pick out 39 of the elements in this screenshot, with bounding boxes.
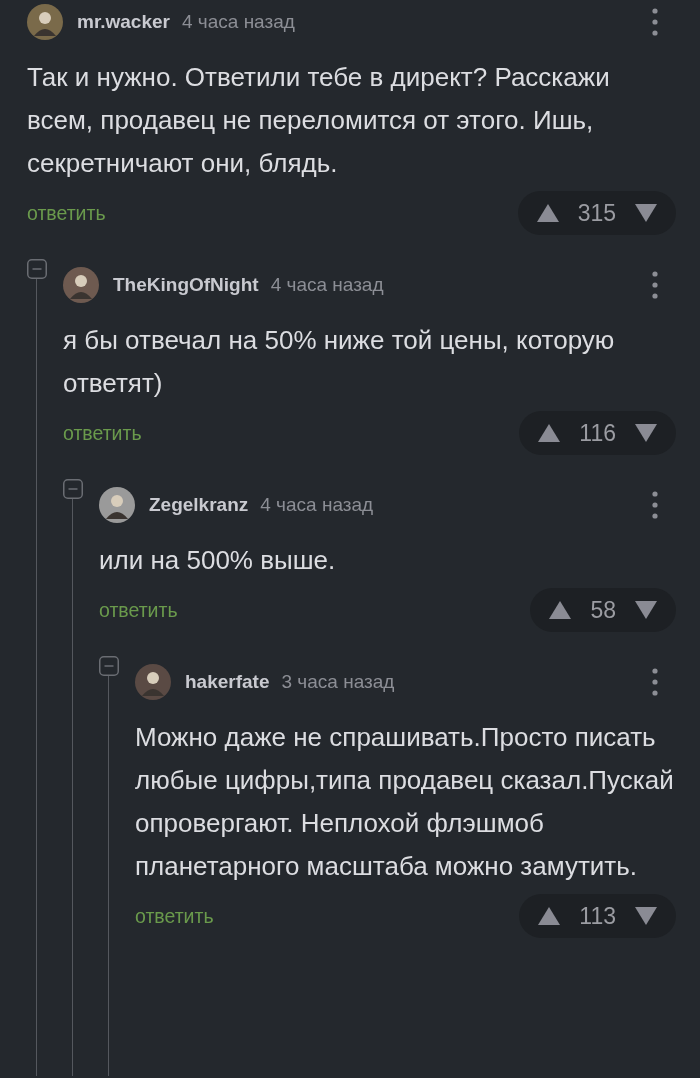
- avatar-icon: [135, 664, 171, 700]
- more-icon[interactable]: [652, 491, 658, 519]
- upvote-icon[interactable]: [535, 203, 560, 223]
- avatar-icon: [99, 487, 135, 523]
- upvote-icon[interactable]: [537, 906, 562, 926]
- comment-text: или на 500% выше.: [99, 544, 337, 577]
- author-name[interactable]: TheKingOfNight: [113, 274, 259, 296]
- avatar-icon: [63, 267, 99, 303]
- downvote-icon[interactable]: [634, 423, 658, 443]
- comment-text: я бы отвечал на 50% ниже той цены, которую ответят): [63, 324, 616, 400]
- comment-text: Можно даже не спрашивать.Просто писать любые цифры,типа продавец сказал.Пускай опровергают. Неплохой флэшмоб планетарного масштаба можно замутить.: [135, 721, 675, 883]
- collapse-icon[interactable]: [27, 259, 47, 279]
- author-name[interactable]: Zegelkranz: [149, 494, 249, 516]
- more-icon[interactable]: [652, 271, 658, 299]
- downvote-icon[interactable]: [634, 906, 658, 926]
- reply-link[interactable]: ответить: [63, 421, 142, 445]
- reply-link[interactable]: ответить: [99, 598, 178, 622]
- upvote-icon[interactable]: [537, 423, 562, 443]
- vote-count: 315: [577, 199, 616, 227]
- comment-text: Так и нужно. Ответили тебе в директ? Расскажи всем, продавец не переломится от этого. Ишь, секретничают они, блядь.: [27, 61, 611, 180]
- downvote-icon[interactable]: [634, 600, 658, 620]
- vote-count: 58: [590, 596, 616, 624]
- reply-link[interactable]: ответить: [135, 904, 214, 928]
- more-icon[interactable]: [652, 668, 658, 696]
- vote-count: 113: [579, 902, 616, 930]
- avatar-icon: [27, 4, 63, 40]
- comment-time: 4 часа назад: [260, 494, 374, 516]
- upvote-icon[interactable]: [548, 600, 573, 620]
- author-name[interactable]: mr.wacker: [77, 11, 170, 33]
- comment-time: 3 часа назад: [281, 671, 395, 693]
- reply-link[interactable]: ответить: [27, 201, 106, 225]
- downvote-icon[interactable]: [634, 203, 658, 223]
- comment-time: 4 часа назад: [181, 11, 295, 33]
- collapse-icon[interactable]: [99, 656, 119, 676]
- vote-count: 116: [579, 419, 616, 447]
- collapse-icon[interactable]: [63, 479, 83, 499]
- comment-time: 4 часа назад: [270, 274, 384, 296]
- author-name[interactable]: hakerfate: [185, 671, 270, 693]
- more-icon[interactable]: [652, 8, 658, 36]
